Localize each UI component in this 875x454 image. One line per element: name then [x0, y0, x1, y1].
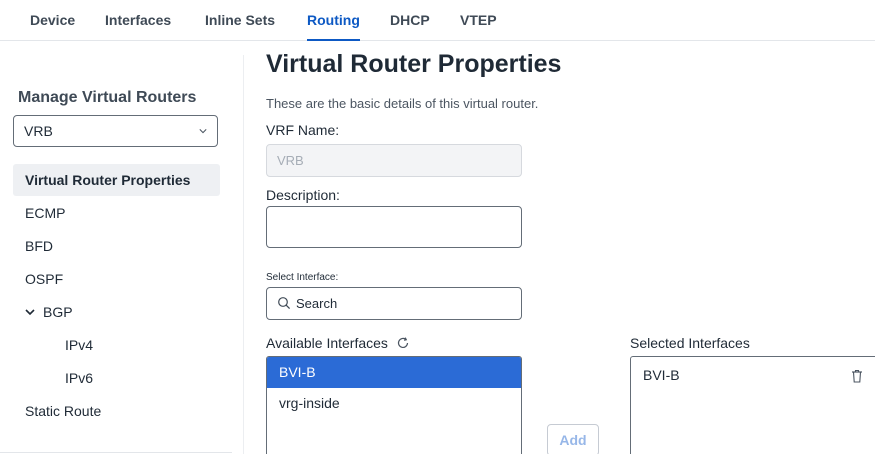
sidebar-item-static-route[interactable]: Static Route	[13, 395, 220, 427]
sidebar-title: Manage Virtual Routers	[18, 89, 197, 106]
selected-interface-item: BVI-B	[643, 367, 680, 383]
sidebar-item-ipv6[interactable]: IPv6	[13, 362, 220, 394]
tab-routing[interactable]: Routing	[307, 0, 360, 41]
virtual-router-select[interactable]: VRB	[13, 115, 218, 147]
available-interfaces-header: Available Interfaces	[266, 335, 410, 351]
tab-vtep[interactable]: VTEP	[460, 0, 497, 41]
tab-inline-sets[interactable]: Inline Sets	[205, 0, 275, 41]
sidebar-item-bgp-label: BGP	[43, 304, 73, 320]
sidebar-item-bgp[interactable]: BGP	[13, 296, 220, 328]
available-interfaces-list: BVI-B vrg-inside	[266, 356, 522, 454]
select-interface-label: Select Interface:	[266, 272, 339, 283]
interface-search-input[interactable]: Search	[266, 287, 522, 320]
page: Device Interfaces Inline Sets Routing DH…	[0, 0, 875, 454]
sidebar: Manage Virtual Routers VRB Virtual Route…	[0, 55, 244, 454]
sidebar-divider	[0, 452, 232, 453]
vrf-name-label: VRF Name:	[266, 122, 340, 138]
selected-interfaces-list: BVI-B	[630, 356, 875, 454]
sidebar-item-bfd[interactable]: BFD	[13, 230, 220, 262]
top-tab-bar: Device Interfaces Inline Sets Routing DH…	[0, 0, 875, 41]
selected-interfaces-label: Selected Interfaces	[630, 335, 750, 351]
add-button[interactable]: Add	[547, 424, 599, 454]
page-subtitle: These are the basic details of this virt…	[266, 96, 539, 111]
available-interfaces-label: Available Interfaces	[266, 335, 388, 351]
sidebar-item-ecmp[interactable]: ECMP	[13, 197, 220, 229]
page-title: Virtual Router Properties	[266, 50, 562, 78]
sidebar-item-virtual-router-properties[interactable]: Virtual Router Properties	[13, 164, 220, 196]
search-icon	[278, 297, 291, 310]
list-item[interactable]: BVI-B	[267, 357, 521, 388]
tab-dhcp[interactable]: DHCP	[390, 0, 430, 41]
chevron-down-icon	[199, 129, 207, 134]
description-label: Description:	[266, 187, 340, 203]
tab-device[interactable]: Device	[30, 0, 75, 41]
vrf-name-field: VRB	[266, 144, 522, 177]
chevron-down-icon	[25, 309, 35, 316]
sidebar-item-ipv4[interactable]: IPv4	[13, 329, 220, 361]
virtual-router-select-value: VRB	[24, 123, 53, 139]
sidebar-item-ospf[interactable]: OSPF	[13, 263, 220, 295]
refresh-icon[interactable]	[396, 336, 410, 350]
description-field[interactable]	[266, 206, 522, 248]
trash-icon[interactable]	[851, 369, 863, 383]
list-item[interactable]: vrg-inside	[267, 388, 521, 419]
vrf-name-value: VRB	[277, 153, 304, 168]
tab-interfaces[interactable]: Interfaces	[105, 0, 171, 41]
interface-search-placeholder: Search	[296, 296, 338, 311]
